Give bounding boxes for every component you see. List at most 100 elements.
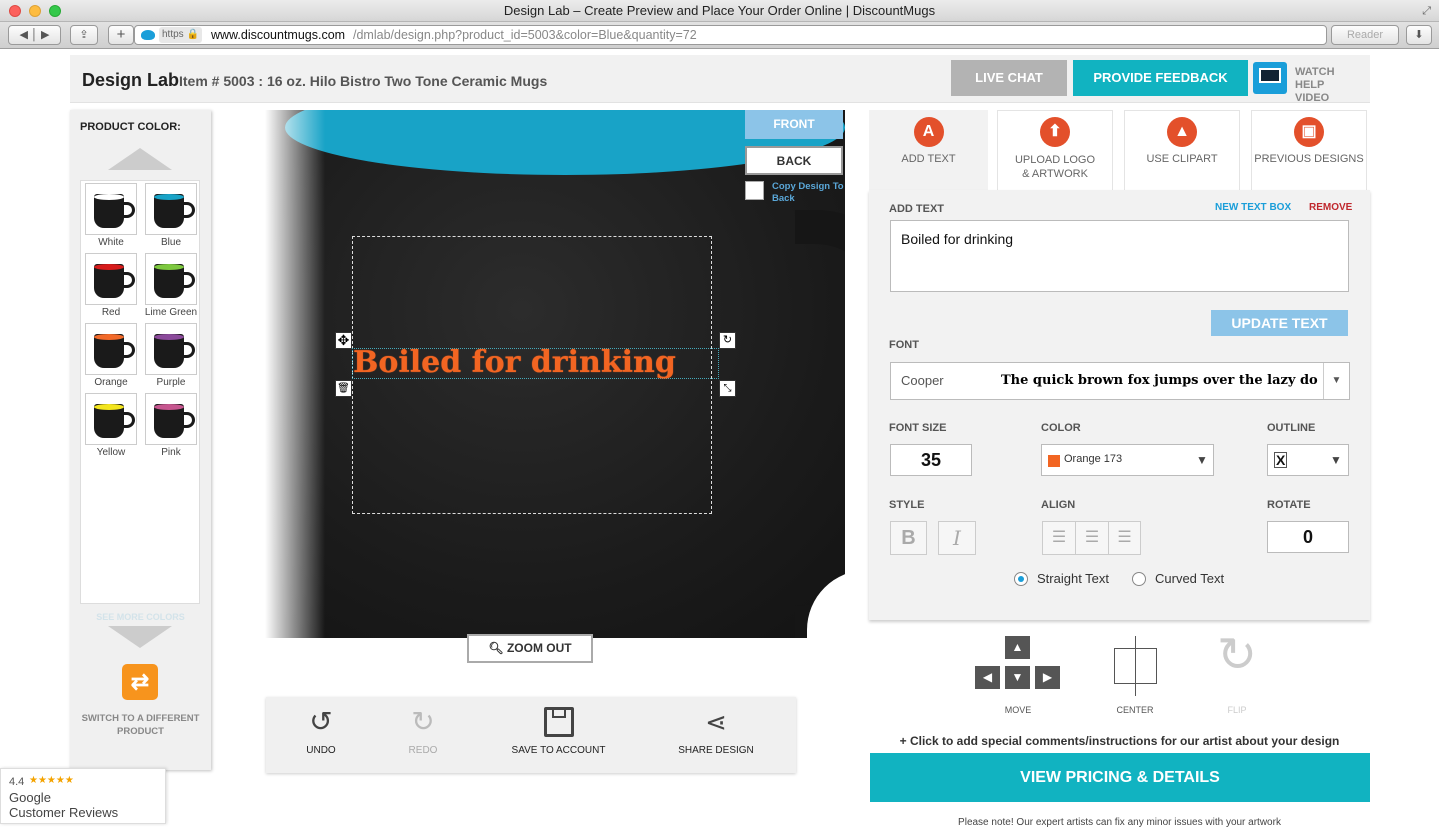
browser-toolbar: ◀ │ ▶ ⇪ + https 🔒 www.discountmugs.com /… (0, 22, 1439, 49)
save-to-account-button[interactable]: SAVE TO ACCOUNT (501, 705, 616, 756)
color-swatch-white[interactable]: White (84, 183, 138, 248)
artist-comments-link[interactable]: + Click to add special comments/instruct… (869, 734, 1370, 748)
url-path: /dmlab/design.php?product_id=5003&color=… (353, 28, 697, 42)
resize-handle-icon[interactable]: ⤡ (719, 380, 736, 397)
straight-text-radio[interactable] (1014, 572, 1028, 586)
front-view-button[interactable]: FRONT (745, 110, 843, 139)
https-badge: https 🔒 (159, 27, 202, 43)
move-down-button[interactable]: ▼ (1005, 666, 1030, 689)
zoom-out-button[interactable]: 🔍︎ ZOOM OUT (467, 634, 593, 663)
switch-product-icon[interactable]: ⇄ (122, 664, 158, 700)
text-input-area[interactable]: Boiled for drinking (890, 220, 1349, 292)
color-swatch-pink[interactable]: Pink (144, 393, 198, 458)
tab-upload-artwork[interactable]: ⬆ UPLOAD LOGO & ARTWORK (997, 110, 1113, 190)
tab-use-clipart[interactable]: ▲ USE CLIPART (1124, 110, 1240, 190)
help-video-icon[interactable] (1253, 62, 1287, 94)
downloads-button[interactable]: ⬇ (1406, 25, 1432, 45)
swatch-label: Yellow (96, 447, 126, 458)
review-label: Customer Reviews (9, 805, 119, 820)
mug-thumbnail[interactable] (145, 183, 197, 235)
chevron-down-icon: ▼ (1196, 453, 1208, 467)
reader-button[interactable]: Reader (1331, 25, 1399, 45)
outline-select[interactable]: X ▼ (1267, 444, 1349, 476)
redo-icon: ↻ (411, 706, 435, 737)
straight-text-label[interactable]: Straight Text (1037, 571, 1109, 586)
mug-thumbnail[interactable] (145, 323, 197, 375)
color-swatch-orange[interactable]: Orange (84, 323, 138, 388)
minimize-window-button[interactable] (29, 5, 41, 17)
new-tab-button[interactable]: + (108, 25, 134, 45)
tab-add-text[interactable]: A ADD TEXT (869, 110, 988, 190)
move-handle-icon[interactable]: ✥ (335, 332, 352, 349)
back-view-button[interactable]: BACK (745, 146, 843, 175)
mug-thumbnail[interactable] (85, 253, 137, 305)
add-text-icon: A (913, 117, 944, 147)
flip-label: FLIP (1227, 705, 1247, 715)
rotate-handle-icon[interactable]: ↻ (719, 332, 736, 349)
font-select[interactable]: Cooper The quick brown fox jumps over th… (890, 362, 1350, 400)
delete-handle-icon[interactable]: 🗑 (335, 380, 352, 397)
watch-help-video-link[interactable]: WATCH HELP VIDEO (1295, 66, 1361, 105)
color-swatch-yellow[interactable]: Yellow (84, 393, 138, 458)
google-reviews-badge[interactable]: 4.4 ★★★★★ Google Customer Reviews (0, 768, 166, 824)
share-page-button[interactable]: ⇪ (70, 25, 98, 45)
share-design-button[interactable]: ⋖ SHARE DESIGN (671, 705, 761, 756)
color-swatch-red[interactable]: Red (84, 253, 138, 318)
view-pricing-button[interactable]: VIEW PRICING & DETAILS (870, 753, 1370, 802)
switch-product-link[interactable]: SWITCH TO A DIFFERENT PRODUCT (78, 712, 203, 738)
update-text-button[interactable]: UPDATE TEXT (1211, 310, 1348, 336)
text-editor-panel: ADD TEXT NEW TEXT BOX REMOVE Boiled for … (869, 190, 1370, 620)
forward-icon[interactable]: ▶ (41, 29, 49, 41)
color-select[interactable]: Orange 173 ▼ (1041, 444, 1214, 476)
new-text-box-link[interactable]: NEW TEXT BOX (1215, 202, 1291, 213)
mug-thumbnail[interactable] (85, 323, 137, 375)
back-icon[interactable]: ◀ (20, 29, 28, 41)
provide-feedback-button[interactable]: PROVIDE FEEDBACK (1073, 60, 1248, 96)
chevron-down-icon[interactable]: ▼ (1323, 363, 1349, 399)
color-swatch-blue[interactable]: Blue (144, 183, 198, 248)
scroll-down-arrow-icon[interactable] (108, 626, 172, 648)
align-right-button[interactable]: ☰ (1108, 521, 1141, 555)
italic-button[interactable]: I (938, 521, 976, 555)
remove-text-link[interactable]: REMOVE (1309, 202, 1352, 213)
back-forward-buttons[interactable]: ◀ │ ▶ (8, 25, 61, 45)
arrow-up-icon: ▲ (1011, 640, 1024, 654)
tab-previous-designs[interactable]: ▣ PREVIOUS DESIGNS (1251, 110, 1367, 190)
copy-design-checkbox[interactable] (745, 181, 764, 200)
swatch-label: Red (101, 307, 121, 318)
move-left-button[interactable]: ◀ (975, 666, 1000, 689)
curved-text-radio[interactable] (1132, 572, 1146, 586)
undo-button[interactable]: ↺ UNDO (296, 705, 346, 756)
scroll-up-arrow-icon[interactable] (108, 148, 172, 170)
live-chat-button[interactable]: LIVE CHAT (951, 60, 1067, 96)
move-right-button[interactable]: ▶ (1035, 666, 1060, 689)
flip-icon[interactable]: ↻ (1213, 632, 1261, 680)
plus-icon: + (116, 26, 126, 43)
mug-thumbnail[interactable] (85, 183, 137, 235)
mug-thumbnail[interactable] (145, 393, 197, 445)
font-size-input[interactable]: 35 (890, 444, 972, 476)
redo-button[interactable]: ↻ REDO (398, 705, 448, 756)
design-text-object[interactable]: Boiled for drinking (352, 348, 719, 379)
share-nodes-icon: ⋖ (705, 707, 727, 737)
curved-text-label[interactable]: Curved Text (1155, 571, 1224, 586)
close-window-button[interactable] (9, 5, 21, 17)
color-swatch-purple[interactable]: Purple (144, 323, 198, 388)
bold-button[interactable]: B (890, 521, 927, 555)
rotate-input[interactable]: 0 (1267, 521, 1349, 553)
color-swatch-lime-green[interactable]: Lime Green (144, 253, 198, 318)
mug-thumbnail[interactable] (85, 393, 137, 445)
share-icon: ⇪ (79, 29, 89, 41)
font-name-value: Cooper (901, 373, 944, 388)
fullscreen-icon[interactable]: ⤢ (1422, 0, 1431, 22)
align-left-button[interactable]: ☰ (1042, 521, 1076, 555)
mug-thumbnail[interactable] (145, 253, 197, 305)
address-bar[interactable]: https 🔒 www.discountmugs.com /dmlab/desi… (134, 25, 1327, 45)
move-up-button[interactable]: ▲ (1005, 636, 1030, 659)
mug-handle-image (795, 210, 845, 638)
align-center-button[interactable]: ☰ (1075, 521, 1109, 555)
window-title-bar: Design Lab – Create Preview and Place Yo… (0, 0, 1439, 22)
see-more-colors-link[interactable]: SEE MORE COLORS (70, 612, 211, 622)
zoom-window-button[interactable] (49, 5, 61, 17)
copy-design-label[interactable]: Copy Design To Back (772, 181, 844, 205)
